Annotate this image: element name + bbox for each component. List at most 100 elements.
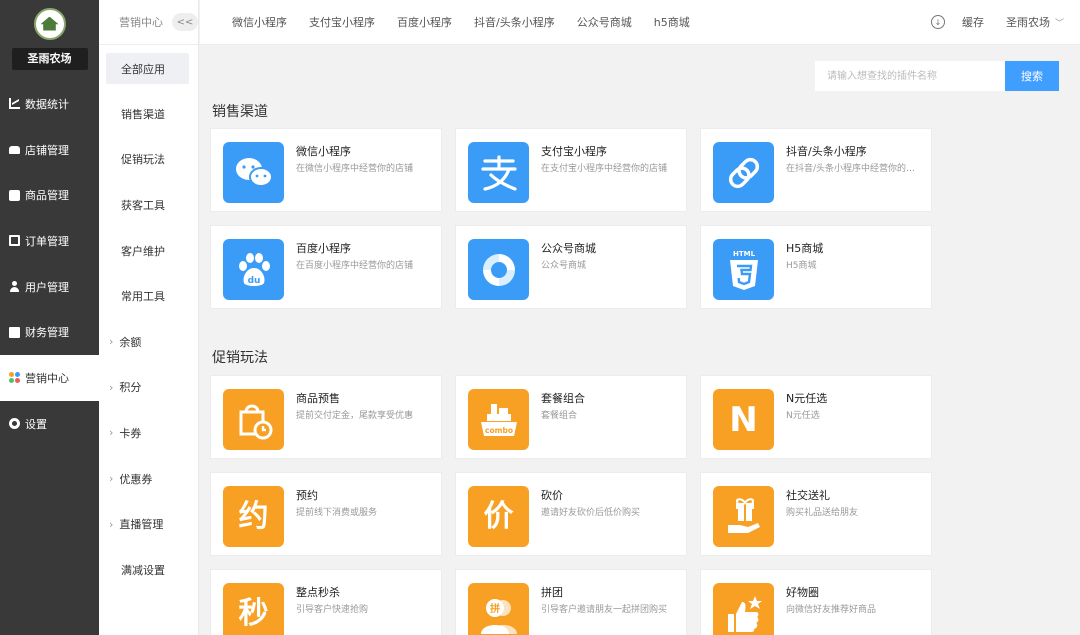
subnav-group-live[interactable]: › 直播管理 [99,501,198,547]
download-icon[interactable]: ↓ [930,15,945,29]
shop-logo[interactable] [33,7,66,40]
sidebar-item-statistics[interactable]: 数据统计 [0,81,99,127]
sidebar-item-orders[interactable]: 订单管理 [0,218,99,264]
subnav-item-promo[interactable]: 促销玩法 [99,137,198,183]
tab-baidu[interactable]: 百度小程序 [397,14,452,30]
user-icon [9,281,20,293]
sidebar-item-shop[interactable]: 店铺管理 [0,127,99,173]
subnav-header: 营销中心 << [99,0,198,45]
flash-sale-icon: 秒 [223,583,284,635]
card-desc: N元任选 [786,411,820,421]
card-desc: 在百度小程序中经营你的店铺 [296,261,414,271]
app-card-alipay[interactable]: 支付宝小程序 在支付宝小程序中经营你的店铺 [455,128,687,212]
thumbs-up-star-icon [713,583,774,635]
app-card-baidu[interactable]: du 百度小程序 在百度小程序中经营你的店铺 [210,225,442,309]
subnav-group-points[interactable]: › 积分 [99,365,198,411]
card-title: 套餐组合 [541,392,585,405]
tab-wechat[interactable]: 微信小程序 [232,14,287,30]
letter-n-icon: N [713,389,774,450]
tab-official[interactable]: 公众号商城 [577,14,632,30]
alipay-icon [468,142,529,203]
card-title: 公众号商城 [541,242,596,255]
subnav-item-acquire[interactable]: 获客工具 [99,182,198,228]
gear-icon [9,418,20,430]
swirl-icon [468,239,529,300]
subnav-item-retain[interactable]: 客户维护 [99,228,198,274]
section-title-sales: 销售渠道 [212,104,268,120]
app-card-h5[interactable]: HTML H5商城 H5商城 [700,225,932,309]
card-title: 商品预售 [296,392,340,405]
subnav-title: 营销中心 [119,16,163,29]
sidebar-item-users[interactable]: 用户管理 [0,264,99,310]
chevron-right-icon: › [109,426,114,440]
search-button[interactable]: 搜索 [1005,61,1059,91]
shopping-bag-clock-icon [223,389,284,450]
card-desc: 在微信小程序中经营你的店铺 [296,164,414,174]
sidebar-item-marketing[interactable]: 营销中心 [0,355,99,401]
card-title: 好物圈 [786,586,819,599]
app-card-official[interactable]: 公众号商城 公众号商城 [455,225,687,309]
app-card-booking[interactable]: 约 预约 提前线下消费或服务 [210,472,442,556]
user-menu[interactable]: 圣雨农场 ﹀ [1006,14,1064,30]
card-title: 抖音/头条小程序 [786,145,867,158]
card-desc: 引导客户快速抢购 [296,605,369,615]
app-card-n-yuan[interactable]: N N元任选 N元任选 [700,375,932,459]
app-card-bargain[interactable]: 价 砍价 邀请好友砍价后低价购买 [455,472,687,556]
chart-icon [9,98,20,110]
card-desc: 向微信好友推荐好商品 [786,605,877,615]
link-icon [713,142,774,203]
booking-icon: 约 [223,486,284,547]
app-card-flash-sale[interactable]: 秒 整点秒杀 引导客户快速抢购 [210,569,442,635]
subnav-group-cards[interactable]: › 卡券 [99,410,198,456]
subnav-group-coupons[interactable]: › 优惠券 [99,456,198,502]
chevron-down-icon: ﹀ [1054,19,1064,29]
app-card-good-circle[interactable]: 好物圈 向微信好友推荐好商品 [700,569,932,635]
subnav-item-sales[interactable]: 销售渠道 [99,91,198,137]
card-desc: H5商城 [786,261,817,271]
app-card-douyin[interactable]: 抖音/头条小程序 在抖音/头条小程序中经营你的店铺 [700,128,932,212]
sub-sidebar: 营销中心 << 全部应用 销售渠道 促销玩法 获客工具 客户维护 常用工具 › 余… [99,0,199,635]
group-buy-icon: 拼 [468,583,529,635]
card-title: 百度小程序 [296,242,351,255]
chevron-right-icon: › [109,380,114,394]
card-title: 预约 [296,489,318,502]
logo-area [0,0,99,47]
wechat-icon [223,142,284,203]
subnav-item-all-apps[interactable]: 全部应用 [106,53,189,84]
main-content: 搜索 销售渠道 微信小程序 在微信小程序中经营你的店铺 支付宝小程序 在支付宝小… [200,45,1080,635]
collapse-button[interactable]: << [172,13,198,31]
shop-name[interactable]: 圣雨农场 [11,48,88,70]
chevron-right-icon: › [109,335,114,349]
subnav-item-discount[interactable]: 满减设置 [99,547,198,593]
chevron-right-icon: › [109,517,114,531]
card-title: 砍价 [541,489,563,502]
goods-icon [9,189,20,201]
app-card-presale[interactable]: 商品预售 提前交付定金，尾款享受优惠 [210,375,442,459]
app-card-combo[interactable]: combo 套餐组合 套餐组合 [455,375,687,459]
card-title: H5商城 [786,242,824,255]
tab-douyin[interactable]: 抖音/头条小程序 [474,14,555,30]
main-sidebar: 圣雨农场 数据统计 店铺管理 商品管理 订单管理 用户管理 财务管理 营销中心 … [0,0,99,635]
tab-h5[interactable]: h5商城 [654,14,690,30]
top-bar: 微信小程序 支付宝小程序 百度小程序 抖音/头条小程序 公众号商城 h5商城 ↓… [200,0,1080,45]
finance-icon [9,326,20,338]
card-title: N元任选 [786,392,828,405]
app-card-wechat[interactable]: 微信小程序 在微信小程序中经营你的店铺 [210,128,442,212]
sidebar-item-finance[interactable]: 财务管理 [0,309,99,355]
card-desc: 套餐组合 [541,411,578,421]
tab-alipay[interactable]: 支付宝小程序 [309,14,375,30]
subnav-group-balance[interactable]: › 余额 [99,319,198,365]
subnav-item-tools[interactable]: 常用工具 [99,273,198,319]
app-card-group-buy[interactable]: 拼 拼团 引导客户邀请朋友一起拼团购买 [455,569,687,635]
sidebar-item-settings[interactable]: 设置 [0,401,99,447]
html-text: HTML [732,250,755,258]
card-desc: 在抖音/头条小程序中经营你的店铺 [786,164,924,174]
card-title: 社交送礼 [786,489,830,502]
search-input[interactable] [815,61,1005,91]
sidebar-item-goods[interactable]: 商品管理 [0,172,99,218]
card-title: 微信小程序 [296,145,351,158]
bargain-icon: 价 [468,486,529,547]
group-buy-text: 拼 [490,602,500,615]
app-card-gift[interactable]: 社交送礼 购买礼品送给朋友 [700,472,932,556]
cache-button[interactable]: 缓存 [962,14,984,30]
